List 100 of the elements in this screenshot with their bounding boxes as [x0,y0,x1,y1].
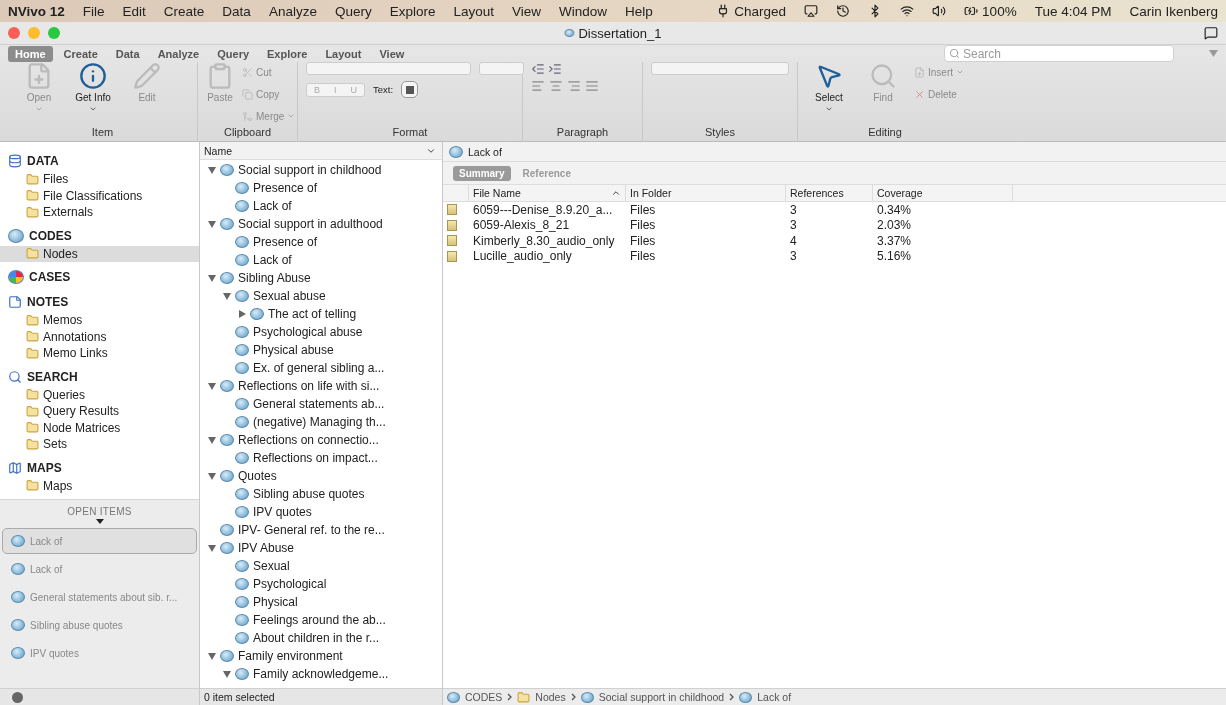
node-label[interactable]: IPV Abuse [238,541,295,555]
chat-icon[interactable] [1204,26,1218,40]
status-text[interactable]: Tue 4:04 PM [1034,3,1112,19]
node-label[interactable]: Psychological abuse [253,325,363,339]
node-label[interactable]: Sibling Abuse [238,271,311,285]
node-label[interactable]: The act of telling [268,307,357,321]
ribbon-tab[interactable]: Analyze [150,45,207,62]
node-label[interactable]: Ex. of general sibling a... [253,361,385,375]
column-header[interactable]: In Folder [626,185,786,201]
node-label[interactable]: Physical abuse [253,343,334,357]
column-header[interactable]: Name [204,144,232,157]
nav-section[interactable]: MAPS [0,457,199,478]
node-label[interactable]: Social support in childhood [238,163,382,177]
node-label[interactable]: Reflections on impact... [253,451,378,465]
menu-item[interactable]: Edit [122,3,146,19]
disclosure-triangle-icon[interactable] [208,436,216,444]
disclosure-triangle-icon[interactable] [208,382,216,390]
disclosure-triangle-icon[interactable] [208,652,216,660]
node-label[interactable]: Feelings around the ab... [253,613,386,627]
node-label[interactable]: Sexual [253,559,290,573]
menu-item[interactable]: Layout [453,3,494,19]
nav-item[interactable]: Maps [0,477,199,494]
node-label[interactable]: (negative) Managing th... [253,415,386,429]
node-label[interactable]: Social support in adulthood [238,217,383,231]
disclosure-triangle-icon[interactable] [238,310,246,318]
disclosure-triangle-icon[interactable] [208,166,216,174]
nav-item[interactable]: Memo Links [0,345,199,362]
ribbon-tab[interactable]: Layout [318,45,369,62]
status-text[interactable]: 100% [982,3,1017,19]
node-label[interactable]: Quotes [238,469,277,483]
ribbon-tab[interactable]: Data [108,45,147,62]
nav-item[interactable]: Query Results [0,403,199,420]
node-label[interactable]: General statements ab... [253,397,385,411]
nav-section[interactable]: NOTES [0,292,199,312]
ribbon-button[interactable]: Select [806,62,852,113]
node-label[interactable]: Presence of [253,181,318,195]
node-label[interactable]: IPV- General ref. to the re... [238,523,385,537]
indent-icon[interactable] [548,62,562,76]
nav-item[interactable]: Externals [0,204,199,221]
status-text[interactable]: Charged [734,3,787,19]
disclosure-triangle-icon[interactable] [208,472,216,480]
node-label[interactable]: Presence of [253,235,318,249]
column-header[interactable]: File Name [469,185,626,201]
ribbon-tab[interactable]: Explore [260,45,315,62]
breadcrumb-item[interactable]: Social support in childhood [598,691,725,703]
node-label[interactable]: Lack of [253,199,292,213]
menu-item[interactable]: Analyze [268,3,317,19]
nav-item[interactable]: Memos [0,312,199,329]
column-header[interactable]: Coverage [873,185,1013,201]
nav-item[interactable]: Annotations [0,328,199,345]
disclosure-triangle-icon[interactable] [208,274,216,282]
node-label[interactable]: IPV quotes [253,505,312,519]
battery-icon[interactable] [964,4,979,18]
nav-section[interactable]: SEARCH [0,366,199,387]
node-label[interactable]: Family environment [238,649,343,663]
breadcrumb-item[interactable]: Nodes [535,691,566,703]
airplay-icon[interactable] [804,4,819,18]
nav-item[interactable]: Node Matrices [0,419,199,436]
nav-section[interactable]: CODES [0,225,199,246]
node-label[interactable]: Lack of [253,253,292,267]
menu-item[interactable]: View [512,3,542,19]
ribbon-button[interactable]: Get Info [70,62,116,113]
node-label[interactable]: Physical [253,595,298,609]
nav-item[interactable]: Queries [0,386,199,403]
disclosure-triangle-icon[interactable] [223,670,231,678]
disclosure-triangle-icon[interactable] [208,220,216,228]
node-label[interactable]: Reflections on connectio... [238,433,379,447]
volume-icon[interactable] [932,4,947,18]
wifi-icon[interactable] [900,4,915,18]
menu-item[interactable]: Data [222,3,251,19]
menu-item[interactable]: Create [163,3,205,19]
status-text[interactable]: Carin Ikenberg [1129,3,1218,19]
menu-item[interactable]: Window [559,3,608,19]
node-label[interactable]: Reflections on life with si... [238,379,380,393]
nav-item[interactable]: Nodes [0,245,199,262]
breadcrumb-item[interactable]: CODES [465,691,503,703]
disclosure-triangle-icon[interactable] [223,292,231,300]
menu-item[interactable]: Explore [389,3,436,19]
menu-item[interactable]: File [82,3,105,19]
menu-item[interactable]: Help [625,3,653,19]
nav-item[interactable]: File Classifications [0,187,199,204]
node-label[interactable]: Sexual abuse [253,289,326,303]
column-header[interactable]: References [786,185,873,201]
node-label[interactable]: About children in the r... [253,631,380,645]
ribbon-tab[interactable]: Create [56,45,105,62]
ribbon-tab[interactable]: View [372,45,412,62]
app-name[interactable]: NVivo 12 [8,3,65,19]
nav-section[interactable]: CASES [0,267,199,287]
outdent-icon[interactable] [531,62,545,76]
node-label[interactable]: Family acknowledgeme... [253,667,389,681]
nav-item[interactable]: Files [0,171,199,188]
node-label[interactable]: Sibling abuse quotes [253,487,365,501]
node-label[interactable]: Psychological [253,577,327,591]
nav-item[interactable]: Sets [0,436,199,453]
ribbon-tab[interactable]: Query [210,45,257,62]
nav-section[interactable]: DATA [0,151,199,171]
disclosure-triangle-icon[interactable] [208,544,216,552]
text-color-button[interactable] [401,81,419,98]
breadcrumb-item[interactable]: Lack of [757,691,792,703]
menu-item[interactable]: Query [334,3,372,19]
